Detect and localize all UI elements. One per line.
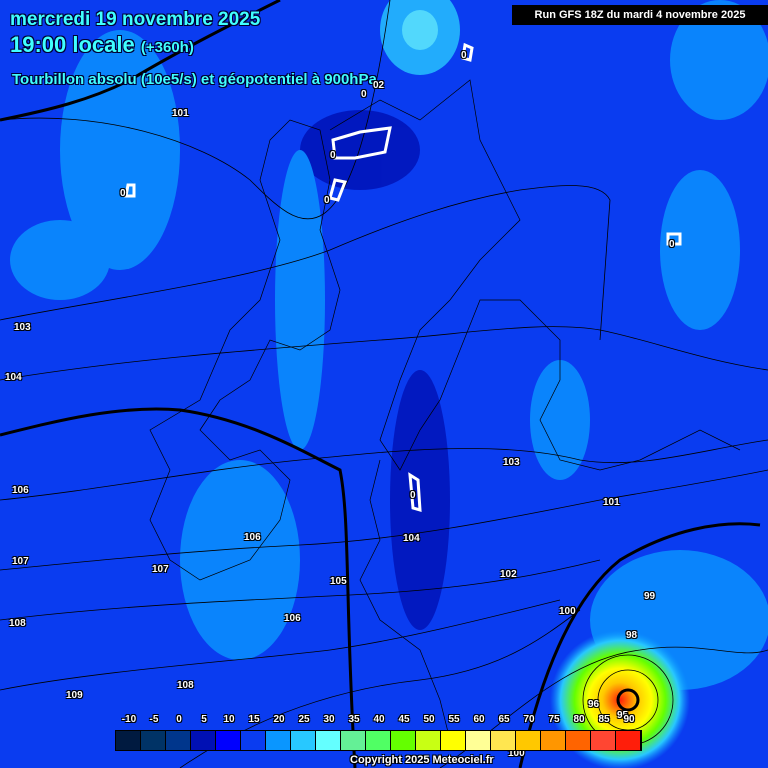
legend-tick: 70	[523, 714, 535, 725]
legend-swatch	[341, 731, 366, 750]
isoline-label: 101	[603, 497, 620, 508]
isoline-label: 0	[410, 490, 416, 501]
lead-time: (+360h)	[140, 39, 194, 56]
legend-tick: 60	[473, 714, 485, 725]
legend-tick: 25	[298, 714, 310, 725]
isoline-label: 100	[559, 606, 576, 617]
legend-swatch	[441, 731, 466, 750]
legend-tick: 20	[273, 714, 285, 725]
isoline-label: 02	[373, 80, 385, 91]
vorticity-field	[0, 0, 768, 768]
legend-swatch	[266, 731, 291, 750]
isoline-label: 102	[500, 569, 517, 580]
legend-tick: 80	[573, 714, 585, 725]
legend-swatch	[166, 731, 191, 750]
legend-swatch	[466, 731, 491, 750]
legend-tick: 35	[348, 714, 360, 725]
isoline-label: 0	[120, 188, 126, 199]
legend-swatch	[366, 731, 391, 750]
legend-swatch	[141, 731, 166, 750]
legend-swatch	[291, 731, 316, 750]
isoline-label: 98	[626, 630, 638, 641]
valid-time: 19:00 locale (+360h)	[10, 32, 194, 58]
isoline-label: 103	[14, 322, 31, 333]
vorticity-patches	[10, 0, 768, 690]
isoline-label: 96	[588, 699, 600, 710]
legend-tick: 65	[498, 714, 510, 725]
legend-tick: 0	[176, 714, 182, 725]
legend-swatch	[116, 731, 141, 750]
legend-tick: 90	[623, 714, 635, 725]
legend-tick: 55	[448, 714, 460, 725]
color-scale-legend	[115, 730, 642, 751]
isoline-label: 107	[152, 564, 169, 575]
legend-tick: -10	[121, 714, 137, 725]
isoline-label: 0	[669, 239, 675, 250]
legend-swatch	[241, 731, 266, 750]
legend-swatch	[491, 731, 516, 750]
vorticity-map: mercredi 19 novembre 2025 19:00 locale (…	[0, 0, 768, 768]
isoline-label: 0	[461, 50, 467, 61]
legend-swatch	[391, 731, 416, 750]
isoline-label: 109	[66, 690, 83, 701]
legend-tick: 85	[598, 714, 610, 725]
legend-swatch	[616, 731, 641, 750]
legend-swatch	[191, 731, 216, 750]
legend-tick: -5	[149, 714, 159, 725]
isoline-label: 106	[12, 485, 29, 496]
local-time: 19:00 locale	[10, 32, 135, 57]
legend-tick: 40	[373, 714, 385, 725]
isoline-label: 0	[330, 150, 336, 161]
isoline-label: 108	[177, 680, 194, 691]
legend-tick: 45	[398, 714, 410, 725]
isoline-label: 106	[284, 613, 301, 624]
legend-swatch	[516, 731, 541, 750]
isoline-label: 101	[172, 108, 189, 119]
isoline-label: 104	[5, 372, 22, 383]
isoline-label: 0	[361, 89, 367, 100]
legend-tick: 30	[323, 714, 335, 725]
isoline-label: 0	[324, 195, 330, 206]
legend-tick: 10	[223, 714, 235, 725]
isoline-label: 107	[12, 556, 29, 567]
isoline-label: 108	[9, 618, 26, 629]
legend-tick: 15	[248, 714, 260, 725]
chart-title: Tourbillon absolu (10e5/s) et géopotenti…	[12, 71, 377, 88]
legend-swatch	[541, 731, 566, 750]
valid-date: mercredi 19 novembre 2025	[10, 9, 261, 30]
legend-swatch	[416, 731, 441, 750]
legend-tick: 75	[548, 714, 560, 725]
isoline-label: 104	[403, 533, 420, 544]
legend-swatch	[591, 731, 616, 750]
isoline-label: 103	[503, 457, 520, 468]
legend-swatch	[566, 731, 591, 750]
copyright: Copyright 2025 Meteociel.fr	[350, 754, 494, 766]
legend-tick: 5	[201, 714, 207, 725]
legend-swatch	[216, 731, 241, 750]
legend-swatch	[316, 731, 341, 750]
model-run-label: Run GFS 18Z du mardi 4 novembre 2025	[512, 5, 768, 25]
isoline-label: 106	[244, 532, 261, 543]
isoline-label: 99	[644, 591, 656, 602]
legend-tick: 50	[423, 714, 435, 725]
legend-tick-labels: -10 -5 0 5 10 15 20 25 30 35 40 45 50 55 60 65 70 75 80 85 9…	[115, 714, 645, 728]
isoline-label: 105	[330, 576, 347, 587]
